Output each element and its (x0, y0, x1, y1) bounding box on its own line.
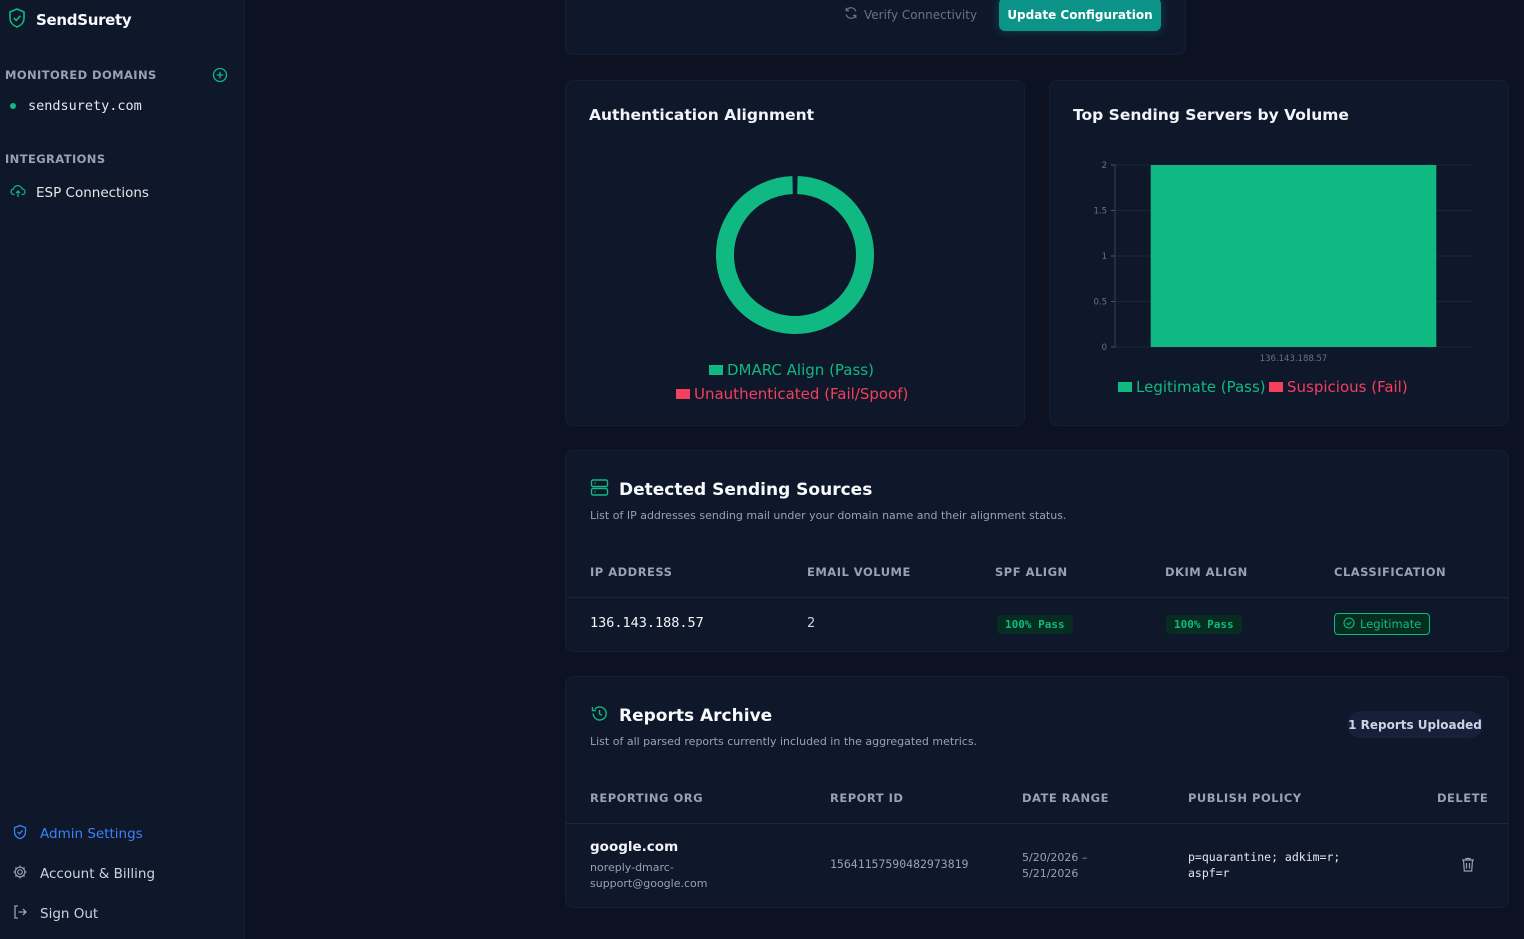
add-domain-icon[interactable] (212, 67, 228, 87)
legend-swatch-suspicious (1269, 382, 1283, 392)
th-ip-address: IP ADDRESS (590, 565, 673, 579)
email-volume-cell: 2 (807, 616, 816, 631)
classification-badge: Legitimate (1334, 613, 1431, 635)
shield-check-icon (8, 8, 26, 32)
legend-swatch-legitimate (1118, 382, 1132, 392)
server-icon (590, 478, 609, 502)
esp-connections-label: ESP Connections (36, 185, 149, 201)
bar-0[interactable] (1150, 165, 1437, 347)
brand[interactable]: SendSurety (8, 8, 132, 32)
trash-icon[interactable] (1460, 856, 1476, 877)
domain-label: sendsurety.com (28, 98, 142, 114)
account-billing-label: Account & Billing (40, 866, 156, 882)
sidebar-item-account-billing[interactable]: Account & Billing (12, 864, 155, 884)
verify-connectivity-label: Verify Connectivity (864, 7, 978, 22)
y-tick-label: 0.5 (1093, 298, 1107, 308)
ip-address-cell: 136.143.188.57 (590, 615, 704, 631)
legend-swatch-fail (676, 389, 690, 399)
sending-sources-heading: Detected Sending Sources (590, 478, 872, 502)
classification-label: Legitimate (1360, 617, 1422, 631)
legend-label-pass: DMARC Align (Pass) (727, 361, 874, 379)
shield-icon (12, 824, 28, 844)
sidebar-item-esp-connections[interactable]: ESP Connections (10, 183, 149, 203)
servers-bar-chart: 0 0.5 1 1.5 2 136.143.188.57 (1093, 161, 1472, 364)
legend-swatch-pass (709, 365, 723, 375)
sign-out-label: Sign Out (40, 906, 99, 922)
reports-archive-description: List of all parsed reports currently inc… (590, 735, 978, 748)
legend-item-suspicious[interactable]: Suspicious (Fail) (1269, 378, 1408, 396)
y-tick-label: 2 (1102, 161, 1107, 171)
legend-label-suspicious: Suspicious (Fail) (1287, 378, 1408, 396)
y-tick-label: 1.5 (1093, 207, 1107, 217)
th-spf-align: SPF ALIGN (995, 565, 1068, 579)
reports-count-badge: 1 Reports Uploaded (1347, 711, 1483, 738)
date-range-end: 5/21/2026 (1022, 867, 1079, 880)
brand-name: SendSurety (36, 11, 132, 29)
legend-item-legitimate[interactable]: Legitimate (Pass) (1118, 378, 1266, 396)
th-dkim-align: DKIM ALIGN (1165, 565, 1248, 579)
monitored-domains-label: MONITORED DOMAINS (5, 68, 157, 82)
reporting-org-email-line1: noreply-dmarc- (590, 861, 674, 874)
sending-sources-description: List of IP addresses sending mail under … (590, 509, 1067, 522)
sidebar-item-sign-out[interactable]: Sign Out (12, 904, 98, 924)
dkim-align-pill: 100% Pass (1166, 615, 1242, 634)
sending-sources-title: Detected Sending Sources (619, 480, 873, 500)
reports-archive-title: Reports Archive (619, 706, 773, 726)
reporting-org-email-line2: support@google.com (590, 877, 708, 890)
y-tick-label: 1 (1102, 252, 1107, 262)
table-divider (566, 597, 1508, 598)
sign-out-icon (12, 904, 28, 924)
admin-settings-label: Admin Settings (40, 826, 143, 842)
auth-alignment-title: Authentication Alignment (589, 106, 815, 124)
publish-policy-line2: aspf=r (1188, 866, 1230, 880)
table-divider (566, 823, 1508, 824)
th-date-range: DATE RANGE (1022, 791, 1109, 805)
x-tick-label: 136.143.188.57 (1260, 354, 1328, 364)
refresh-icon (844, 6, 858, 23)
th-report-id: REPORT ID (830, 791, 904, 805)
report-id-cell: 15641157590482973819 (830, 857, 969, 871)
top-servers-title: Top Sending Servers by Volume (1073, 106, 1349, 124)
legend-label-legitimate: Legitimate (Pass) (1136, 378, 1266, 396)
update-configuration-button[interactable]: Update Configuration (999, 0, 1161, 31)
th-reporting-org: REPORTING ORG (590, 791, 704, 805)
check-circle-icon (1343, 616, 1355, 632)
legend-label-fail: Unauthenticated (Fail/Spoof) (694, 385, 909, 403)
history-icon (590, 704, 609, 728)
spf-align-pill: 100% Pass (997, 615, 1073, 634)
legend-item-pass[interactable]: DMARC Align (Pass) (709, 361, 874, 379)
verify-connectivity-button[interactable]: Verify Connectivity (844, 6, 977, 23)
sidebar: SendSurety MONITORED DOMAINS sendsurety.… (0, 0, 245, 939)
th-publish-policy: PUBLISH POLICY (1188, 791, 1302, 805)
reports-archive-heading: Reports Archive (590, 704, 772, 728)
status-dot (10, 103, 16, 109)
donut-slice-0[interactable] (714, 173, 876, 336)
integrations-label: INTEGRATIONS (5, 152, 106, 166)
sidebar-item-admin-settings[interactable]: Admin Settings (12, 824, 143, 844)
y-tick-label: 0 (1102, 343, 1107, 353)
th-classification: CLASSIFICATION (1334, 565, 1447, 579)
legend-item-fail[interactable]: Unauthenticated (Fail/Spoof) (676, 385, 908, 403)
reporting-org-name: google.com (590, 839, 679, 855)
gear-icon (12, 864, 28, 884)
cloud-upload-icon (10, 183, 26, 203)
auth-donut-chart (714, 173, 876, 336)
date-range-start: 5/20/2026 – (1022, 851, 1088, 864)
domain-item[interactable]: sendsurety.com (10, 98, 142, 114)
publish-policy-line1: p=quarantine; adkim=r; (1188, 850, 1341, 864)
th-delete: DELETE (1437, 791, 1489, 805)
th-email-volume: EMAIL VOLUME (807, 565, 911, 579)
